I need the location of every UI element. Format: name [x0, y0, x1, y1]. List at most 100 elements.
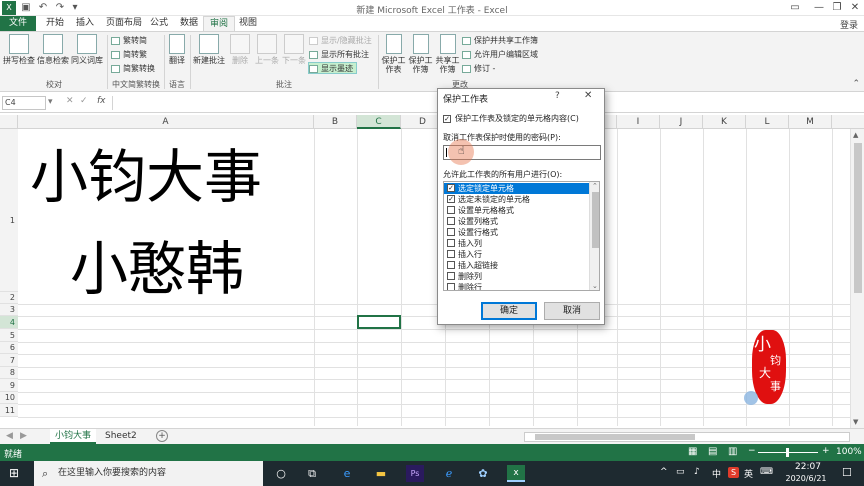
row-header-3[interactable]: 3	[0, 304, 18, 316]
checkbox-icon[interactable]	[447, 250, 455, 258]
show-ink-button[interactable]: 显示墨迹	[308, 62, 357, 74]
restore-icon[interactable]: ❐	[830, 1, 844, 15]
show-all-comments-button[interactable]: 显示所有批注	[309, 49, 369, 61]
horizontal-scrollbar[interactable]	[524, 432, 850, 442]
float-ball-icon[interactable]	[744, 391, 758, 405]
input-mode-indicator[interactable]: 英	[744, 467, 753, 480]
row-header-4[interactable]: 4	[0, 316, 18, 329]
row-header-6[interactable]: 6	[0, 342, 18, 354]
task-view-icon[interactable]: ⧉	[303, 465, 321, 482]
ok-button[interactable]: 确定	[481, 302, 537, 320]
next-comment-button[interactable]: 下一条	[281, 34, 307, 78]
list-item[interactable]: ✓ 选定未锁定的单元格	[444, 194, 589, 205]
row-header-2[interactable]: 2	[0, 292, 18, 304]
sogou-icon[interactable]: S	[728, 467, 739, 478]
column-header-a[interactable]: A	[18, 115, 314, 129]
chinese-convert-button[interactable]: 简繁转换	[111, 63, 155, 75]
simp-to-trad-button[interactable]: 简转繁	[111, 49, 147, 61]
sheet-tab-1[interactable]: 小钧大事	[50, 429, 97, 444]
page-break-view-icon[interactable]: ▥	[728, 446, 737, 457]
column-header-b[interactable]: B	[314, 115, 357, 129]
tab-review[interactable]: 审阅	[203, 16, 236, 31]
minimize-icon[interactable]: —	[812, 1, 826, 15]
app-icon[interactable]: ✿	[474, 465, 492, 482]
vertical-scroll-thumb[interactable]	[854, 143, 862, 293]
row-header-7[interactable]: 7	[0, 354, 18, 367]
scroll-up-icon[interactable]: ▲	[853, 131, 858, 139]
tab-data[interactable]: 数据	[174, 16, 204, 31]
row-header-11[interactable]: 11	[0, 404, 18, 417]
ime-indicator[interactable]: 中	[712, 467, 721, 480]
select-all-corner[interactable]	[0, 115, 18, 129]
trad-to-simp-button[interactable]: 繁转简	[111, 35, 147, 47]
tab-page-layout[interactable]: 页面布局	[100, 16, 148, 31]
tab-insert[interactable]: 插入	[70, 16, 100, 31]
thesaurus-button[interactable]: 同义词库	[70, 34, 104, 78]
list-item[interactable]: ✓ 选定锁定单元格	[444, 183, 589, 194]
list-scroll-thumb[interactable]	[592, 192, 599, 248]
edge-icon[interactable]: e	[338, 465, 356, 482]
list-item[interactable]: 设置单元格格式	[444, 205, 589, 216]
delete-comment-button[interactable]: 删除	[228, 34, 252, 78]
internet-explorer-icon[interactable]: ℯ	[440, 465, 458, 482]
tab-file[interactable]: 文件	[0, 16, 37, 31]
list-scrollbar[interactable]: ⌃ ⌄	[589, 182, 599, 290]
network-icon[interactable]: ▭	[676, 467, 685, 477]
close-icon[interactable]: ✕	[848, 1, 862, 15]
page-layout-view-icon[interactable]: ▤	[708, 446, 717, 457]
excel-taskbar-icon[interactable]: x	[507, 465, 525, 482]
track-changes-button[interactable]: 修订 -	[462, 63, 495, 75]
list-scroll-up-icon[interactable]: ⌃	[592, 182, 598, 190]
cancel-formula-icon[interactable]: ✕	[66, 96, 74, 106]
zoom-out-icon[interactable]: −	[748, 446, 756, 456]
protect-workbook-button[interactable]: 保护工作簿	[407, 34, 434, 78]
collapse-ribbon-icon[interactable]: ⌃	[852, 79, 860, 89]
column-header-c[interactable]: C	[357, 115, 401, 129]
protect-sheet-button[interactable]: 保护工作表	[380, 34, 407, 78]
sheet-tab-2[interactable]: Sheet2	[100, 429, 142, 444]
list-item[interactable]: 设置行格式	[444, 227, 589, 238]
list-item[interactable]: 删除行	[444, 282, 589, 290]
file-explorer-icon[interactable]: ▬	[372, 465, 390, 482]
zoom-slider-thumb[interactable]	[786, 448, 789, 457]
list-item[interactable]: 设置列格式	[444, 216, 589, 227]
add-sheet-icon[interactable]: +	[156, 430, 168, 442]
clock-date[interactable]: 2020/6/21	[780, 474, 832, 483]
row-header-9[interactable]: 9	[0, 379, 18, 392]
notifications-icon[interactable]: ☐	[842, 466, 852, 479]
checkbox-icon[interactable]	[447, 283, 455, 290]
help-button[interactable]: ?	[555, 91, 560, 101]
list-scroll-down-icon[interactable]: ⌄	[592, 282, 598, 290]
tab-formulas[interactable]: 公式	[144, 16, 174, 31]
cancel-button[interactable]: 取消	[544, 302, 600, 320]
zoom-in-icon[interactable]: +	[822, 446, 830, 456]
scroll-down-icon[interactable]: ▼	[853, 418, 858, 426]
checkbox-icon[interactable]	[447, 206, 455, 214]
previous-comment-button[interactable]: 上一条	[254, 34, 280, 78]
share-workbook-button[interactable]: 共享工作簿	[434, 34, 461, 78]
row-header-8[interactable]: 8	[0, 367, 18, 379]
column-header-i[interactable]: I	[617, 115, 660, 129]
checkbox-icon[interactable]	[447, 261, 455, 269]
column-header-m[interactable]: M	[789, 115, 832, 129]
tab-home[interactable]: 开始	[40, 16, 70, 31]
new-comment-button[interactable]: 新建批注	[192, 34, 226, 78]
show-hide-comment-button[interactable]: 显示/隐藏批注	[309, 35, 372, 47]
checkbox-icon[interactable]	[447, 239, 455, 247]
row-header-1[interactable]: 1	[0, 129, 18, 292]
translate-button[interactable]: 翻译	[166, 34, 188, 78]
tray-overflow-icon[interactable]: ^	[660, 467, 668, 477]
scroll-sheet-right-icon[interactable]: ▶	[20, 431, 27, 441]
list-item[interactable]: 删除列	[444, 271, 589, 282]
insert-function-icon[interactable]: fx	[97, 96, 106, 106]
tab-view[interactable]: 视图	[233, 16, 263, 31]
scroll-sheet-left-icon[interactable]: ◀	[6, 431, 13, 441]
column-header-k[interactable]: K	[703, 115, 746, 129]
protect-contents-checkbox[interactable]: ✓ 保护工作表及锁定的单元格内容(C)	[443, 113, 601, 125]
permissions-list[interactable]: ✓ 选定锁定单元格 ✓ 选定未锁定的单元格 设置单元格格式 设置列格式 设置行格式 …	[443, 181, 600, 291]
keyboard-icon[interactable]: ⌨	[760, 467, 773, 477]
row-header-10[interactable]: 10	[0, 392, 18, 404]
normal-view-icon[interactable]: ▦	[688, 446, 697, 457]
dialog-close-icon[interactable]: ✕	[584, 90, 592, 101]
clock-time[interactable]: 22:07	[790, 462, 826, 472]
